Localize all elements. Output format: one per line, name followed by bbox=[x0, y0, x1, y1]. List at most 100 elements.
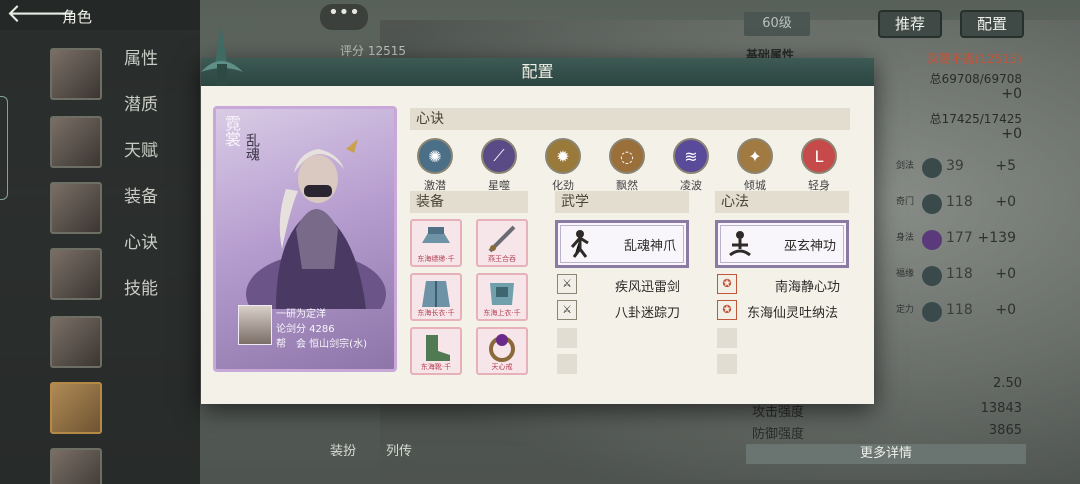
ornament-icon bbox=[201, 26, 243, 86]
card-info: 一研为定洋 论剑分 4286 帮 会 恒山剑宗(水) bbox=[238, 301, 394, 350]
dialog-header: 配置 bbox=[201, 58, 874, 86]
back-arrow-icon[interactable]: 🡐 bbox=[6, 1, 76, 27]
tab-outfit[interactable]: 装扮 bbox=[330, 440, 356, 459]
equipment-slot[interactable]: 东海缥缈·千 bbox=[410, 219, 462, 267]
main-mind-skill[interactable]: 巫玄神功 bbox=[715, 220, 849, 268]
character-avatar[interactable] bbox=[50, 316, 102, 368]
attr-icon bbox=[922, 230, 942, 250]
attr-value: 118 bbox=[946, 194, 973, 210]
more-details-button[interactable]: 更多详情 bbox=[746, 444, 1026, 464]
swirl-icon: ✺ bbox=[417, 138, 453, 174]
character-portrait-icon bbox=[246, 139, 386, 309]
nav-item-talent[interactable]: 天赋 bbox=[124, 136, 158, 161]
nav-item-xinjue[interactable]: 心诀 bbox=[124, 228, 158, 253]
character-avatar[interactable] bbox=[50, 116, 102, 168]
character-avatar[interactable] bbox=[50, 448, 102, 484]
attr-icon bbox=[922, 266, 942, 286]
hp-plus: +0 bbox=[1001, 86, 1022, 102]
character-avatar[interactable] bbox=[50, 48, 102, 100]
chat-icon[interactable]: ••• bbox=[320, 4, 368, 30]
section-header-martial-arts: 武学 bbox=[555, 191, 689, 213]
equipment-name: 东海长衣·千 bbox=[417, 309, 455, 317]
empty-skill-slot[interactable] bbox=[557, 328, 577, 348]
equipment-slot[interactable]: 东海靴·千 bbox=[410, 327, 462, 375]
sub-skill-label[interactable]: 南海静心功 bbox=[775, 276, 840, 295]
nav-item-potential[interactable]: 潜质 bbox=[124, 90, 158, 115]
attr-plus: +0 bbox=[995, 266, 1016, 282]
ring-icon bbox=[489, 334, 515, 362]
attr-value: 118 bbox=[946, 302, 973, 318]
nav-item-equipment[interactable]: 装备 bbox=[124, 182, 158, 207]
character-avatar[interactable] bbox=[50, 182, 102, 234]
stat-label: 攻击强度 bbox=[752, 405, 805, 420]
nav-item-attributes[interactable]: 属性 bbox=[124, 44, 158, 69]
mp-value: 总17425/17425 bbox=[929, 112, 1022, 126]
score-text: 评分 12515 bbox=[340, 44, 406, 58]
empty-skill-slot[interactable] bbox=[717, 354, 737, 374]
player-guild: 帮 会 恒山剑宗(水) bbox=[276, 339, 367, 350]
recommend-button[interactable]: 推荐 bbox=[878, 10, 942, 38]
xinjue-item[interactable]: ✹ 化劲 bbox=[539, 138, 587, 193]
page-title: 角色 bbox=[62, 8, 93, 26]
power-label: 深藏不露(12515) bbox=[926, 52, 1022, 66]
stat-value: 2.50 bbox=[993, 376, 1022, 391]
robe-icon bbox=[422, 281, 450, 307]
sub-skill-label[interactable]: 疾风迅雷剑 bbox=[615, 276, 680, 295]
character-avatar-selected[interactable] bbox=[50, 382, 102, 434]
boot-icon: L bbox=[801, 138, 837, 174]
skill-icon[interactable]: ✪ bbox=[717, 300, 737, 320]
skill-icon[interactable]: ⚔ bbox=[557, 274, 577, 294]
config-dialog: 配置 霓裳 乱魂 一研为定洋 论剑分 4286 帮 会 恒山剑宗(水) 心诀 ✺ bbox=[201, 26, 874, 404]
xinjue-item[interactable]: ✺ 激潜 bbox=[411, 138, 459, 193]
meditation-icon bbox=[729, 231, 751, 257]
xinjue-item[interactable]: ≋ 凌波 bbox=[667, 138, 715, 193]
equipment-slot[interactable]: 天心戒 bbox=[476, 327, 528, 375]
section-header-xinjue: 心诀 bbox=[410, 108, 850, 130]
sub-skill-label[interactable]: 东海仙灵吐纳法 bbox=[747, 302, 838, 321]
config-button[interactable]: 配置 bbox=[960, 10, 1024, 38]
equipment-slot[interactable]: 东海长衣·千 bbox=[410, 273, 462, 321]
attr-plus: +139 bbox=[977, 230, 1016, 246]
flame-icon: ✦ bbox=[737, 138, 773, 174]
attr-name: 福缘 bbox=[896, 269, 915, 279]
equipment-name: 东海靴·千 bbox=[420, 363, 452, 371]
character-avatar[interactable] bbox=[50, 248, 102, 300]
player-score: 论剑分 4286 bbox=[276, 324, 335, 335]
mp-plus: +0 bbox=[1001, 126, 1022, 142]
equipment-slot[interactable]: 燕王合吞 bbox=[476, 219, 528, 267]
wind-icon: ◌ bbox=[609, 138, 645, 174]
dialog-title: 配置 bbox=[521, 62, 554, 81]
equipment-slot[interactable]: 东海上衣·千 bbox=[476, 273, 528, 321]
equipment-name: 东海上衣·千 bbox=[483, 309, 521, 317]
top-bar: 🡐 角色 bbox=[0, 0, 200, 30]
tab-biography[interactable]: 列传 bbox=[386, 440, 412, 459]
section-header-equipment: 装备 bbox=[410, 191, 528, 213]
player-avatar bbox=[238, 305, 272, 345]
skill-icon[interactable]: ⚔ bbox=[557, 300, 577, 320]
section-header-mind-arts: 心法 bbox=[715, 191, 849, 213]
attr-value: 118 bbox=[946, 266, 973, 282]
attr-icon bbox=[922, 194, 942, 214]
level-badge: 60级 bbox=[744, 12, 810, 36]
attr-name: 身法 bbox=[896, 233, 915, 243]
rail-handle[interactable] bbox=[0, 96, 8, 200]
xinjue-item[interactable]: L 轻身 bbox=[795, 138, 843, 193]
xinjue-item[interactable]: ⟋ 星噬 bbox=[475, 138, 523, 193]
xinjue-item[interactable]: ✦ 倾城 bbox=[731, 138, 779, 193]
character-card[interactable]: 霓裳 乱魂 一研为定洋 论剑分 4286 帮 会 恒山剑宗(水) bbox=[213, 106, 397, 372]
nav-item-skills[interactable]: 技能 bbox=[124, 274, 158, 299]
sword-icon bbox=[488, 225, 516, 253]
attr-plus: +0 bbox=[995, 194, 1016, 210]
skill-icon[interactable]: ✪ bbox=[717, 274, 737, 294]
xinjue-item[interactable]: ◌ 飘然 bbox=[603, 138, 651, 193]
wave-icon: ≋ bbox=[673, 138, 709, 174]
armor-icon bbox=[490, 283, 514, 305]
main-martial-skill[interactable]: 乱魂神爪 bbox=[555, 220, 689, 268]
empty-skill-slot[interactable] bbox=[557, 354, 577, 374]
empty-skill-slot[interactable] bbox=[717, 328, 737, 348]
attr-plus: +0 bbox=[995, 302, 1016, 318]
hp-value: 总69708/69708 bbox=[929, 72, 1022, 86]
vortex-icon: ✹ bbox=[545, 138, 581, 174]
sub-skill-label[interactable]: 八卦迷踪刀 bbox=[615, 302, 680, 321]
stat-value: 13843 bbox=[980, 401, 1022, 416]
